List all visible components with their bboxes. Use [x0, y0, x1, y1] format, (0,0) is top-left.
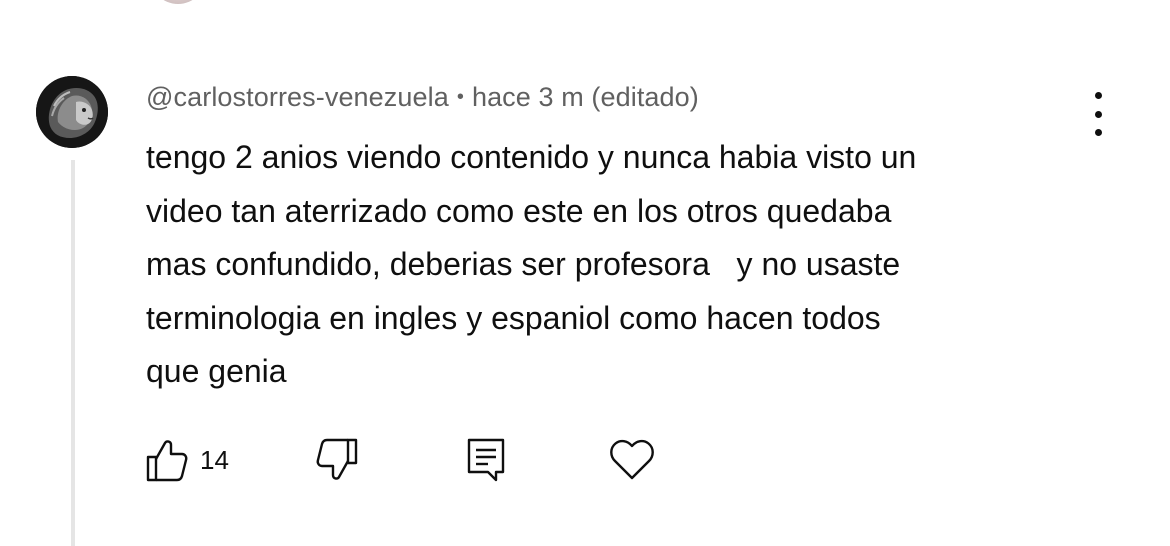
- avatar[interactable]: [36, 76, 108, 148]
- heart-icon: [610, 439, 654, 480]
- comment-reply-icon: [467, 438, 505, 482]
- comment-author[interactable]: @carlostorres-venezuela: [146, 82, 449, 112]
- comment-timestamp[interactable]: hace 3 m (editado): [472, 82, 699, 112]
- heart-button[interactable]: [608, 436, 656, 484]
- more-vertical-icon-dot: [1094, 110, 1102, 118]
- like-count: 14: [200, 444, 229, 475]
- more-options-button[interactable]: [1078, 92, 1118, 136]
- lion-avatar-image: [36, 76, 108, 148]
- dislike-button[interactable]: [314, 436, 360, 484]
- like-button[interactable]: 14: [144, 436, 229, 484]
- meta-separator: •: [456, 86, 464, 108]
- previous-comment-avatar[interactable]: [150, 0, 206, 4]
- thread-line: [71, 160, 75, 546]
- comment-header: @carlostorres-venezuela • hace 3 m (editad…: [146, 82, 699, 113]
- more-vertical-icon: [1094, 92, 1102, 99]
- comment-text: tengo 2 anios viendo contenido y nunca h…: [146, 139, 917, 389]
- reply-button[interactable]: [466, 436, 506, 484]
- thumbs-up-icon: [146, 440, 188, 482]
- thumbs-down-icon: [316, 438, 358, 480]
